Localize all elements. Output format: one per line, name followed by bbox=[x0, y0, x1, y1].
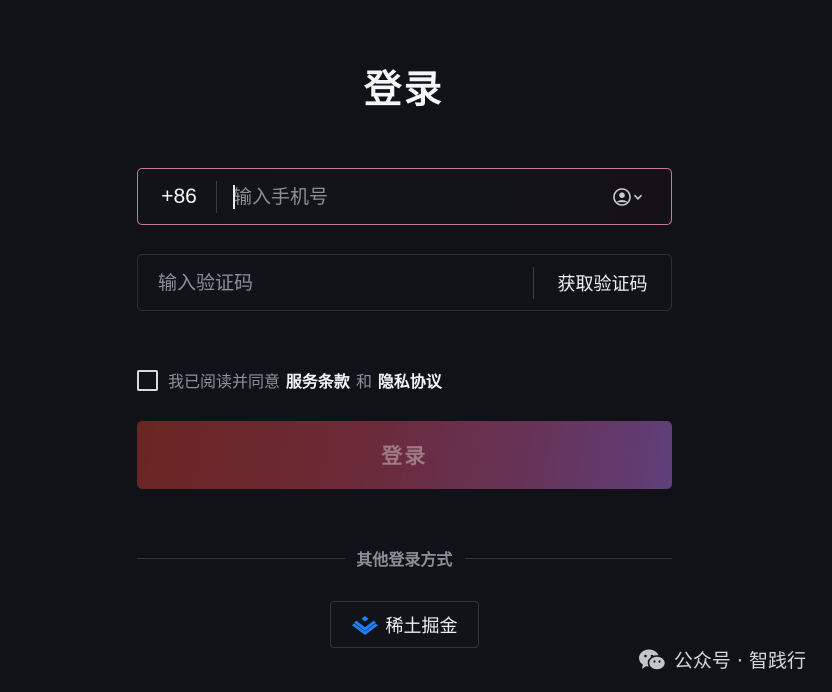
agreement-prefix: 我已阅读并同意 bbox=[168, 372, 281, 391]
country-code-selector[interactable]: +86 bbox=[138, 185, 216, 209]
login-page: 登录 +86 获取验证码 我已阅读并同意 服务条款 和 隐私协议 登录 bbox=[0, 0, 832, 692]
divider-line bbox=[137, 557, 345, 559]
page-title: 登录 bbox=[363, 67, 444, 111]
juejin-logo-icon bbox=[351, 615, 378, 635]
wechat-icon bbox=[638, 649, 666, 671]
divider-line bbox=[464, 557, 673, 559]
chevron-down-icon bbox=[633, 194, 643, 200]
terms-link[interactable]: 服务条款 bbox=[286, 368, 350, 392]
privacy-link[interactable]: 隐私协议 bbox=[378, 368, 442, 392]
juejin-login-button[interactable]: 稀土掘金 bbox=[330, 601, 479, 648]
agree-checkbox[interactable] bbox=[137, 369, 158, 391]
agreement-row: 我已阅读并同意 服务条款 和 隐私协议 bbox=[137, 369, 448, 391]
login-button[interactable]: 登录 bbox=[137, 421, 672, 489]
watermark-text: 公众号 · 智践行 bbox=[673, 650, 806, 672]
agreement-conjunction: 和 bbox=[356, 372, 373, 391]
phone-field[interactable]: +86 bbox=[137, 168, 672, 225]
user-circle-icon bbox=[613, 187, 631, 206]
verification-field[interactable]: 获取验证码 bbox=[137, 254, 672, 311]
text-caret bbox=[233, 185, 235, 209]
verification-code-input[interactable] bbox=[138, 255, 533, 310]
get-code-button[interactable]: 获取验证码 bbox=[534, 255, 671, 310]
juejin-login-label: 稀土掘金 bbox=[385, 615, 458, 637]
watermark: 公众号 · 智践行 bbox=[638, 646, 806, 673]
other-login-label: 其他登录方式 bbox=[356, 550, 453, 569]
phone-input[interactable] bbox=[217, 169, 595, 224]
other-login-divider: 其他登录方式 bbox=[137, 546, 673, 570]
account-switch-button[interactable] bbox=[595, 169, 661, 224]
